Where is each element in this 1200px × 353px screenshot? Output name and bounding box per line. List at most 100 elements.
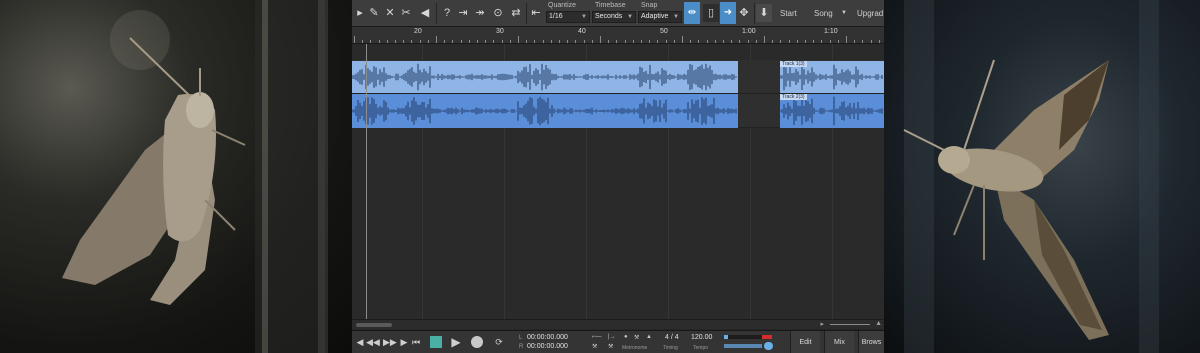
browse-tab[interactable]: Brows xyxy=(858,331,884,353)
ruler-tick xyxy=(567,40,568,43)
click-icon[interactable]: ▲ xyxy=(646,334,652,340)
ruler-label: 50 xyxy=(660,28,668,35)
arrange-view[interactable]: Track 1(3) Track 2(3) xyxy=(352,44,884,319)
record-button[interactable] xyxy=(471,336,483,348)
ruler-tick xyxy=(871,40,872,43)
volume-slider[interactable] xyxy=(724,344,762,348)
stop-button[interactable] xyxy=(430,336,442,348)
timebase-select[interactable]: Seconds ▼ xyxy=(592,11,636,23)
loop-tool-icon[interactable]: ⇄ xyxy=(508,4,524,22)
cursor-icon[interactable]: ✥ xyxy=(736,4,752,22)
tempo-value[interactable]: 120.00 xyxy=(691,334,712,341)
fast-forward-icon[interactable]: ▶▶ xyxy=(383,335,397,350)
zoom-slider[interactable] xyxy=(830,324,870,325)
horizontal-scrollbar[interactable]: ▸ ▲ xyxy=(352,319,884,329)
audio-waveform xyxy=(352,96,737,126)
timebase-value: Seconds xyxy=(595,13,623,20)
waveform-path xyxy=(352,96,737,126)
mute-tool-icon[interactable]: ✕ xyxy=(382,4,398,22)
follow-icon[interactable]: ↠ xyxy=(472,4,488,22)
track-lane[interactable]: Track 1(3) xyxy=(352,60,884,94)
scroll-toggle-button[interactable]: ➜ xyxy=(720,2,736,24)
ruler-tick xyxy=(592,40,593,43)
zoom-icon[interactable]: ⊙ xyxy=(490,4,506,22)
pin-icon[interactable]: ⬇ xyxy=(756,4,772,22)
preroll-icon[interactable]: |→ xyxy=(608,334,616,340)
meter-clip-indicator xyxy=(762,335,772,339)
ruler-tick xyxy=(534,40,535,43)
toolbar: ▸ ✎ ✕ ✂ ◀ ? ⇥ ↠ ⊙ ⇄ ⇤ Quantize 1/16 ▼ Ti… xyxy=(352,0,884,27)
ruler-tick xyxy=(682,36,683,43)
forward-icon[interactable]: ▶ xyxy=(398,335,410,350)
chevron-down-icon[interactable]: ▼ xyxy=(841,0,847,27)
ruler-tick xyxy=(518,36,519,43)
loop-left-value[interactable]: 00:00:00.000 xyxy=(527,334,568,341)
ruler-tick xyxy=(551,40,552,43)
edit-tab[interactable]: Edit xyxy=(790,331,820,353)
pencil-tool-icon[interactable]: ✎ xyxy=(366,4,382,22)
start-page-link[interactable]: Start xyxy=(780,0,797,27)
ruler-tick xyxy=(633,40,634,43)
audio-clip[interactable]: Track 2(3) xyxy=(780,94,884,128)
audio-clip[interactable]: Track 1(3) xyxy=(780,61,884,93)
ruler-tick xyxy=(756,40,757,43)
zoom-in-icon[interactable]: ▲ xyxy=(875,320,882,327)
rewind-icon[interactable]: ◀ xyxy=(354,335,366,350)
record-panel-icon[interactable]: ▯ xyxy=(703,4,719,22)
ruler-tick xyxy=(879,40,880,43)
clip-title: Track 2(3) xyxy=(780,94,807,100)
waveform-path xyxy=(780,96,883,126)
ruler-tick xyxy=(575,40,576,43)
ruler-label: 1:00 xyxy=(742,28,756,35)
ruler-tick xyxy=(690,40,691,43)
timeline-ruler[interactable]: 20 30 40 50 1:00 1:10 xyxy=(352,27,884,44)
toolbar-divider xyxy=(436,3,437,24)
ruler-tick xyxy=(403,40,404,43)
loop-right-value[interactable]: 00:00:00.000 xyxy=(527,343,568,350)
precount-icon[interactable]: ⌐— xyxy=(592,334,602,340)
audio-clip[interactable] xyxy=(352,94,738,128)
tool-icon[interactable]: ⚒ xyxy=(592,343,597,350)
ruler-tick xyxy=(821,40,822,43)
ruler-tick xyxy=(838,40,839,43)
meter-fill xyxy=(724,335,728,339)
transport-bar: ◀ ◀◀ ▶▶ ▶ ⏮ ▶ ⟳ L 00:00:00.000 R 00:00:0… xyxy=(352,330,884,353)
scrollbar-thumb[interactable] xyxy=(356,323,392,327)
snap-select[interactable]: Adaptive ▼ xyxy=(638,11,682,23)
ruler-tick xyxy=(731,40,732,43)
split-tool-icon[interactable]: ✂ xyxy=(398,4,414,22)
waveform-path xyxy=(352,63,737,91)
timing-value[interactable]: 4 / 4 xyxy=(665,334,679,341)
fast-rewind-icon[interactable]: ◀◀ xyxy=(366,335,380,350)
tool-icon[interactable]: ⚒ xyxy=(608,343,613,350)
help-icon[interactable]: ? xyxy=(439,4,455,22)
quantize-select[interactable]: 1/16 ▼ xyxy=(546,11,590,23)
play-button[interactable]: ▶ xyxy=(450,335,462,350)
ruler-tick xyxy=(608,40,609,43)
metronome-icon[interactable]: ● xyxy=(624,334,628,340)
loop-left-label: L xyxy=(519,335,523,341)
monitor-toggle-icon[interactable] xyxy=(764,342,773,350)
ruler-tick xyxy=(641,40,642,43)
ruler-tick xyxy=(772,40,773,43)
song-page-link[interactable]: Song xyxy=(814,0,833,27)
ruler-tick xyxy=(461,40,462,43)
return-to-zero-icon[interactable]: ⏮ xyxy=(410,335,422,350)
mix-tab[interactable]: Mix xyxy=(824,331,854,353)
snap-value: Adaptive xyxy=(641,13,669,20)
loop-icon[interactable]: ⟳ xyxy=(490,335,508,350)
quantize-icon[interactable]: ⇤ xyxy=(528,4,544,22)
speaker-tool-icon[interactable]: ◀ xyxy=(417,4,433,22)
autoscroll-icon[interactable]: ⇥ xyxy=(455,4,471,22)
playhead[interactable] xyxy=(366,44,367,319)
track-lane[interactable]: Track 2(3) xyxy=(352,94,884,128)
zoom-out-icon[interactable]: ▸ xyxy=(820,320,824,328)
ruler-tick xyxy=(370,40,371,43)
ruler-tick xyxy=(395,40,396,43)
ruler-tick xyxy=(854,40,855,43)
snap-toggle-button[interactable]: ⇹ xyxy=(684,2,700,24)
audio-clip[interactable] xyxy=(352,61,738,93)
quantize-label: Quantize xyxy=(548,2,577,9)
upgrade-link[interactable]: Upgrad xyxy=(857,0,883,27)
metronome-settings-icon[interactable]: ⚒ xyxy=(634,334,639,341)
